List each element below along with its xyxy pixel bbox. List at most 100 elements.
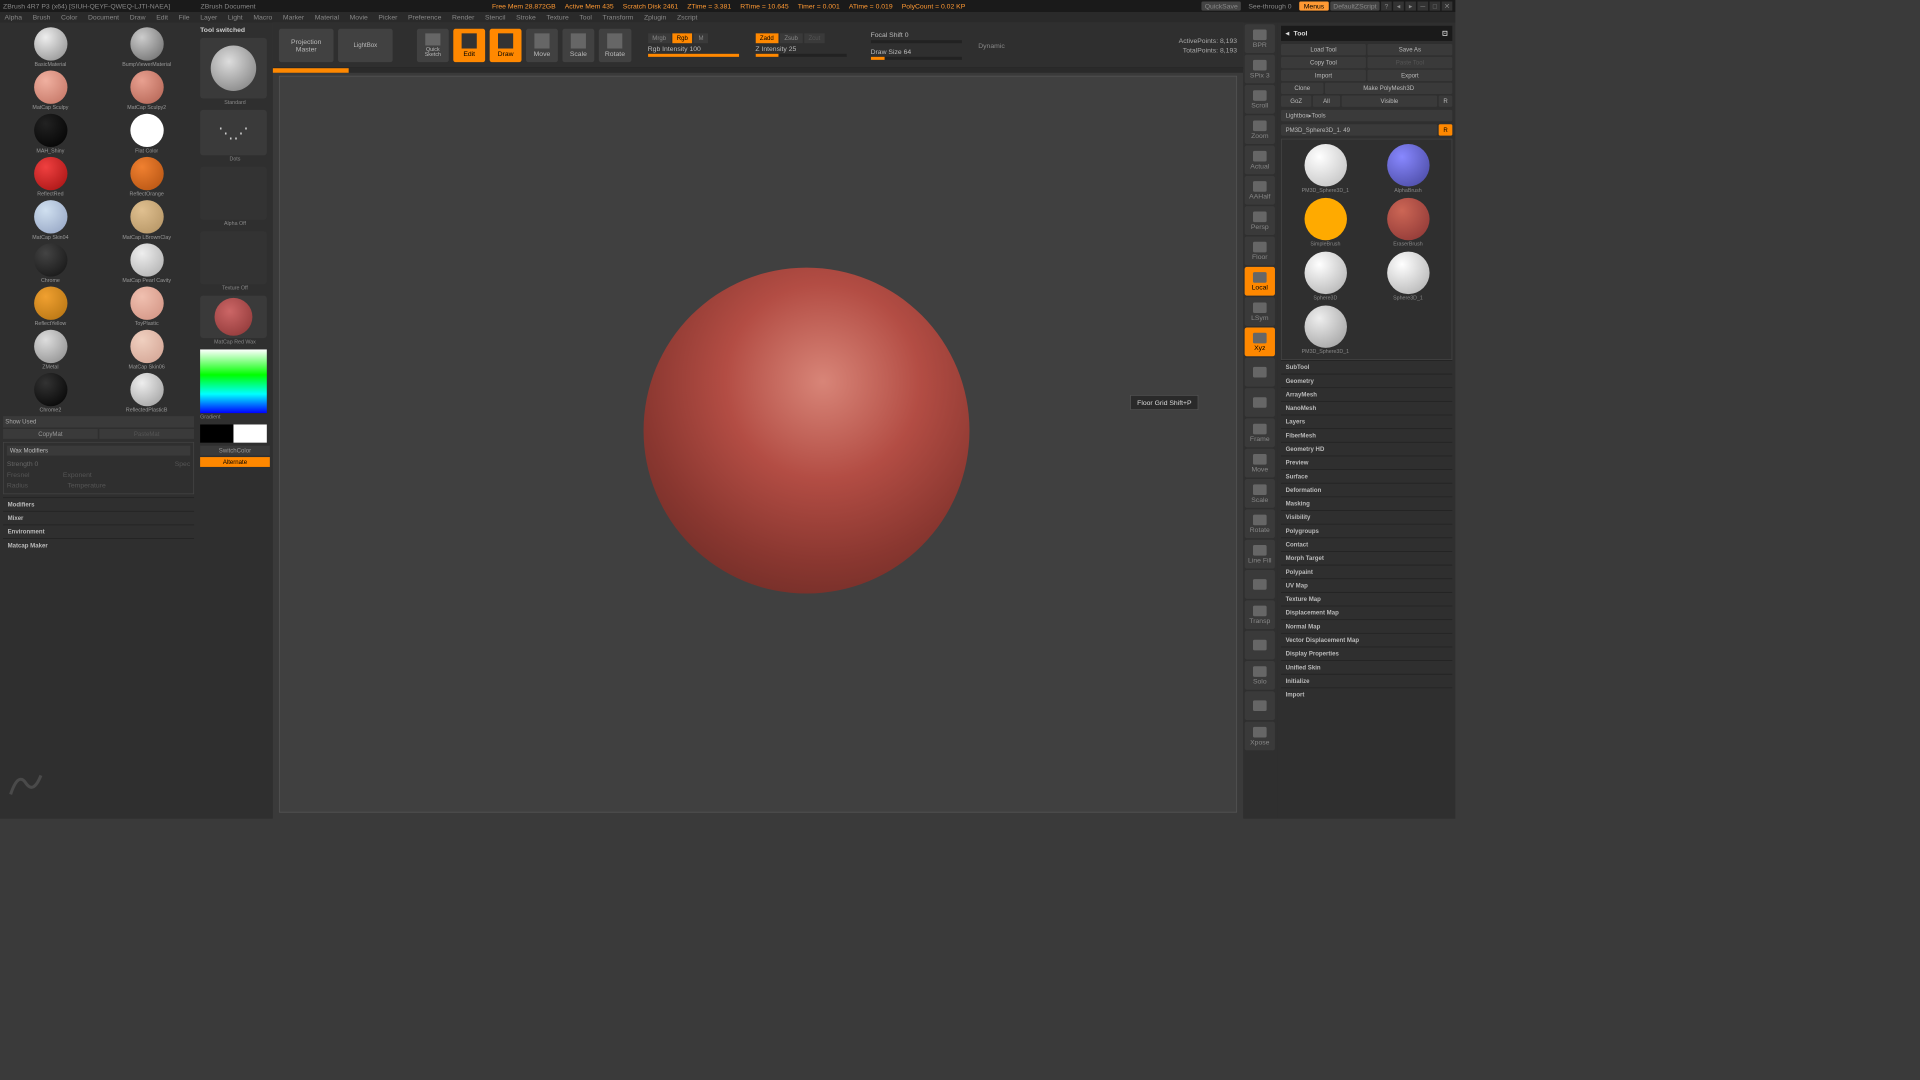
section-unified-skin[interactable]: Unified Skin [1281,660,1452,674]
section-uv-map[interactable]: UV Map [1281,578,1452,592]
section-geometry-hd[interactable]: Geometry HD [1281,442,1452,456]
tool-thumb[interactable]: AlphaBrush [1369,144,1447,193]
shelf-spix-3[interactable]: SPix 3 [1245,55,1275,84]
mrgb-button[interactable]: Mrgb [648,33,671,43]
shelf-tool[interactable] [1245,388,1275,417]
shelf-floor[interactable]: Floor [1245,236,1275,265]
menu-item[interactable]: Layer [200,14,217,22]
section-fibermesh[interactable]: FiberMesh [1281,428,1452,442]
help-icon[interactable]: ? [1381,2,1392,11]
shelf-lsym[interactable]: LSym [1245,297,1275,326]
tool-thumb[interactable]: SimpleBrush [1286,198,1364,247]
shelf-solo[interactable]: Solo [1245,661,1275,690]
goz-all-button[interactable]: All [1313,96,1340,107]
alpha-thumb[interactable] [200,167,267,220]
section-morph-target[interactable]: Morph Target [1281,551,1452,565]
show-used[interactable]: Show Used [3,416,194,427]
quicksketch-button[interactable]: Quick Sketch [417,28,449,61]
goz-button[interactable]: GoZ [1281,96,1311,107]
dynamic-toggle[interactable]: Dynamic [978,41,1005,49]
menu-item[interactable]: Zscript [677,14,697,22]
rgb-intensity-slider[interactable]: Rgb Intensity 100 [648,45,739,53]
save-as-button[interactable]: Save As [1367,44,1452,55]
shelf-zoom[interactable]: Zoom [1245,115,1275,144]
shelf-xyz[interactable]: Xyz [1245,327,1275,356]
section-texture-map[interactable]: Texture Map [1281,592,1452,606]
tool-name[interactable]: PM3D_Sphere3D_1. 49 [1281,124,1437,135]
section-display-properties[interactable]: Display Properties [1281,647,1452,661]
minimize-icon[interactable]: ─ [1417,2,1428,11]
draw-size-slider[interactable]: Draw Size 64 [871,47,962,55]
rotate-button[interactable]: Rotate [599,28,631,61]
texture-thumb[interactable] [200,231,267,284]
tool-thumb[interactable]: PM3D_Sphere3D_1 [1286,305,1364,354]
goz-visible-button[interactable]: Visible [1342,96,1438,107]
stroke-thumb[interactable]: ⋱⋰ [200,110,267,155]
shelf-line-fill[interactable]: Line Fill [1245,540,1275,569]
material-item[interactable]: MatCap Pearl Cavity [99,242,194,284]
material-item[interactable]: ReflectedPlasticB [99,371,194,413]
shelf-scale[interactable]: Scale [1245,479,1275,508]
z-intensity-slider[interactable]: Z Intensity 25 [755,45,846,53]
swatch-primary[interactable] [233,424,266,442]
material-item[interactable]: MatCap Skin06 [99,328,194,370]
material-item[interactable]: MAH_Shiny [3,112,98,154]
color-picker[interactable] [200,349,267,413]
material-item[interactable]: BasicMaterial [3,26,98,68]
layout-prev-icon[interactable]: ◂ [1393,2,1404,11]
timeline-scrubber[interactable] [273,68,349,73]
section-initialize[interactable]: Initialize [1281,674,1452,688]
shelf-frame[interactable]: Frame [1245,418,1275,447]
export-button[interactable]: Export [1367,70,1452,81]
material-item[interactable]: MatCap Sculpy2 [99,69,194,111]
see-through[interactable]: See-through 0 [1248,2,1291,10]
menu-item[interactable]: Light [228,14,243,22]
material-item[interactable]: MatCap Skin04 [3,199,98,241]
section-vector-displacement-map[interactable]: Vector Displacement Map [1281,633,1452,647]
load-tool-button[interactable]: Load Tool [1281,44,1366,55]
copy-tool-button[interactable]: Copy Tool [1281,57,1366,68]
rgb-button[interactable]: Rgb [672,33,692,43]
shelf-tool[interactable] [1245,691,1275,720]
menu-item[interactable]: Alpha [5,14,22,22]
menu-item[interactable]: Picker [378,14,397,22]
menu-item[interactable]: Stroke [516,14,536,22]
section-preview[interactable]: Preview [1281,456,1452,470]
menu-item[interactable]: Tool [579,14,592,22]
alternate-button[interactable]: Alternate [200,457,270,467]
section[interactable]: Environment [3,525,194,539]
shelf-actual[interactable]: Actual [1245,146,1275,175]
zcut-button[interactable]: Zcut [804,33,825,43]
shelf-bpr[interactable]: BPR [1245,24,1275,53]
shelf-local[interactable]: Local [1245,267,1275,296]
lightbox-button[interactable]: LightBox [338,28,393,61]
wax-header[interactable]: Wax Modifiers [7,446,190,456]
material-item[interactable]: MatCap Sculpy [3,69,98,111]
clone-button[interactable]: Clone [1281,83,1323,94]
section[interactable]: Matcap Maker [3,538,194,552]
viewport[interactable]: Floor Grid Shift+P [279,76,1237,813]
menu-item[interactable]: Color [61,14,77,22]
m-button[interactable]: M [694,33,708,43]
section-geometry[interactable]: Geometry [1281,374,1452,388]
material-item[interactable]: ReflectOrange [99,155,194,197]
gradient-toggle[interactable]: Gradient [200,415,270,420]
close-icon[interactable]: ✕ [1442,2,1453,11]
shelf-scroll[interactable]: Scroll [1245,85,1275,114]
maximize-icon[interactable]: □ [1430,2,1441,11]
sphere-model[interactable] [643,268,969,594]
draw-button[interactable]: Draw [490,28,522,61]
menu-item[interactable]: Transform [603,14,634,22]
material-item[interactable]: ToyPlastic [99,285,194,327]
menu-item[interactable]: Material [315,14,339,22]
section[interactable]: Modifiers [3,497,194,511]
menu-item[interactable]: Document [88,14,119,22]
menu-item[interactable]: Render [452,14,474,22]
import-button[interactable]: Import [1281,70,1366,81]
shelf-aahalf[interactable]: AAHalf [1245,176,1275,205]
zsub-button[interactable]: Zsub [780,33,803,43]
section-subtool[interactable]: SubTool [1281,360,1452,374]
material-item[interactable]: Flat Color [99,112,194,154]
menu-item[interactable]: Preference [408,14,441,22]
section-deformation[interactable]: Deformation [1281,483,1452,497]
